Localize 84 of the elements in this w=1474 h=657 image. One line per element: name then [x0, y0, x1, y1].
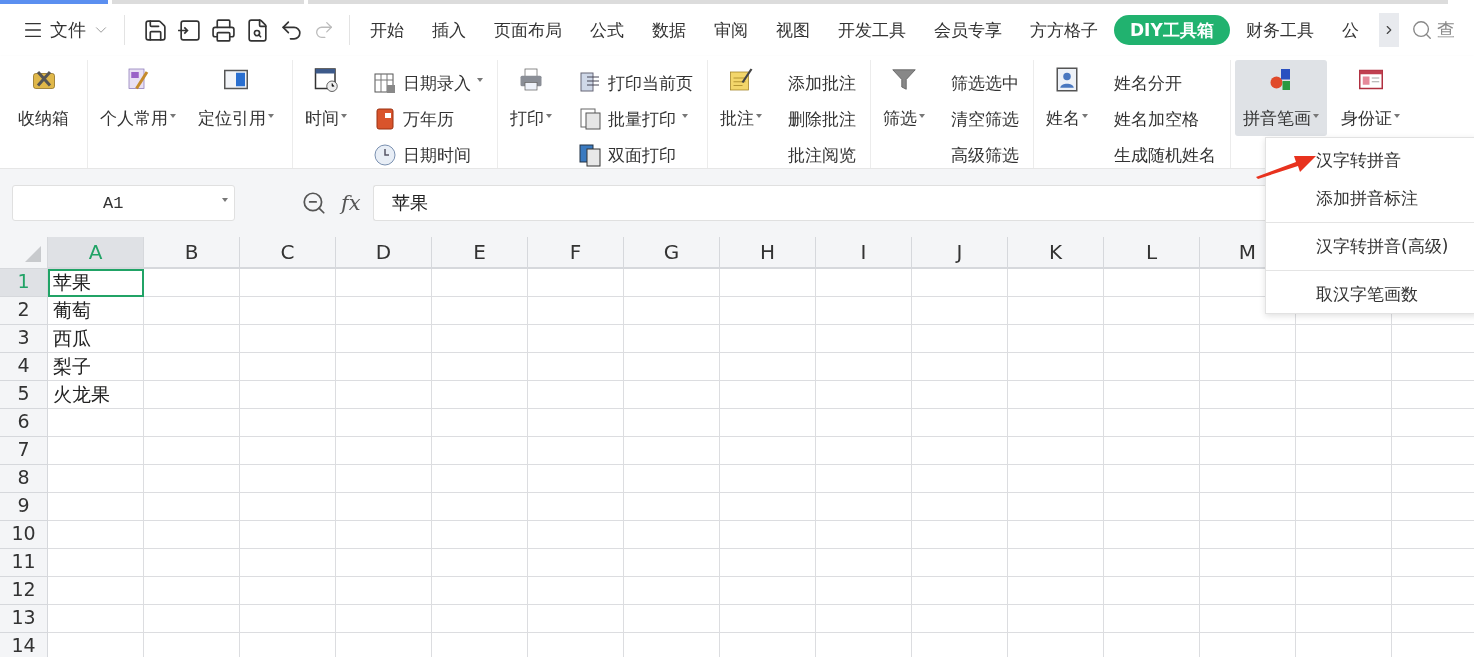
column-header[interactable]: G	[624, 237, 720, 268]
row-header[interactable]: 5	[0, 381, 48, 409]
ribbon-button[interactable]: 个人常用	[92, 60, 184, 136]
calendar-grid-icon	[373, 71, 397, 95]
ribbon-small-button[interactable]: 清空筛选	[947, 101, 1023, 137]
ribbon-small-button[interactable]: 日期录入	[369, 65, 487, 101]
ribbon-button[interactable]: 打印	[502, 60, 560, 136]
row-header[interactable]: 11	[0, 549, 48, 577]
table-cell: 苹果	[48, 269, 144, 297]
row-header[interactable]: 9	[0, 493, 48, 521]
row-header[interactable]: 12	[0, 577, 48, 605]
ribbon-button[interactable]: 拼音笔画	[1235, 60, 1327, 136]
ribbon-button[interactable]: 身份证	[1333, 60, 1408, 136]
caret-icon	[222, 198, 228, 202]
ribbon-tab[interactable]: 页面布局	[480, 15, 576, 45]
ribbon-tab[interactable]: 公	[1327, 15, 1373, 45]
document-lines-icon	[578, 71, 602, 95]
ribbon-button[interactable]: 时间	[297, 60, 355, 136]
ribbon-tab[interactable]: 开始	[356, 15, 418, 45]
ribbon-small-button[interactable]: 生成随机姓名	[1110, 137, 1220, 173]
column-header[interactable]: L	[1104, 237, 1200, 268]
table-cell-text: 西瓜	[52, 326, 92, 351]
zoom-out-button[interactable]	[301, 190, 327, 216]
name-box[interactable]: A1	[12, 185, 235, 221]
search-field[interactable]: 查	[1410, 18, 1455, 42]
table-cell-text: 梨子	[52, 354, 92, 379]
ribbon-small-button[interactable]: 双面打印	[574, 137, 697, 173]
print-preview-button[interactable]	[245, 17, 270, 43]
clock-icon	[373, 143, 397, 167]
ribbon-tab[interactable]: 会员专享	[920, 15, 1016, 45]
ribbon-small-button[interactable]: 高级筛选	[947, 137, 1023, 173]
row-header[interactable]: 3	[0, 325, 48, 353]
file-menu[interactable]: 文件	[18, 12, 116, 48]
ribbon-small-button[interactable]: 万年历	[369, 101, 487, 137]
ribbon-small-button[interactable]: 日期时间	[369, 137, 487, 173]
table-cell-text: 葡萄	[52, 298, 92, 323]
document-stack-icon	[578, 107, 602, 131]
export-button[interactable]	[177, 17, 202, 43]
ribbon-small-button[interactable]: 批注阅览	[784, 137, 860, 173]
ribbon-small-button[interactable]: 姓名分开	[1110, 65, 1220, 101]
column-header[interactable]: D	[336, 237, 432, 268]
menu-item[interactable]: 汉字转拼音	[1266, 141, 1474, 179]
function-label[interactable]: fx	[341, 191, 361, 215]
ribbon-tab[interactable]: 公式	[576, 15, 638, 45]
row-header[interactable]: 10	[0, 521, 48, 549]
ribbon-small-button[interactable]: 删除批注	[784, 101, 860, 137]
table-cell-text: 火龙果	[52, 382, 111, 407]
book-icon	[373, 107, 397, 131]
column-header[interactable]: I	[816, 237, 912, 268]
ribbon-tab[interactable]: 数据	[638, 15, 700, 45]
print-button[interactable]	[211, 17, 236, 43]
search-icon	[1410, 19, 1433, 41]
ribbon-small-button[interactable]: 批量打印	[574, 101, 697, 137]
ribbon-button[interactable]: 批注	[712, 60, 770, 136]
column-header[interactable]: K	[1008, 237, 1104, 268]
ribbon-button[interactable]: 收纳箱	[10, 60, 77, 136]
save-button[interactable]	[143, 17, 168, 43]
ribbon-tab[interactable]: 审阅	[700, 15, 762, 45]
ribbon-small-button[interactable]: 打印当前页	[574, 65, 697, 101]
ribbon-small-button[interactable]: 添加批注	[784, 65, 860, 101]
ribbon-button[interactable]: 定位引用	[190, 60, 282, 136]
row-header[interactable]: 8	[0, 465, 48, 493]
ribbon-small-button[interactable]: 筛选选中	[947, 65, 1023, 101]
ribbon-tab[interactable]: 开发工具	[824, 15, 920, 45]
ribbon-tab[interactable]: 视图	[762, 15, 824, 45]
ribbon-tab[interactable]: 插入	[418, 15, 480, 45]
column-header[interactable]: H	[720, 237, 816, 268]
row-header[interactable]: 4	[0, 353, 48, 381]
column-header[interactable]: E	[432, 237, 528, 268]
row-header[interactable]: 2	[0, 297, 48, 325]
ribbon-small-button[interactable]: 姓名加空格	[1110, 101, 1220, 137]
menu-item[interactable]: 取汉字笔画数	[1266, 275, 1474, 313]
column-header[interactable]: B	[144, 237, 240, 268]
row-header[interactable]: 7	[0, 437, 48, 465]
row-header[interactable]: 13	[0, 605, 48, 633]
column-header[interactable]: C	[240, 237, 336, 268]
row-header[interactable]: 14	[0, 633, 48, 657]
ribbon-tab[interactable]: 方方格子	[1016, 15, 1112, 45]
ribbon-button[interactable]: 姓名	[1038, 60, 1096, 136]
row-header[interactable]: 6	[0, 409, 48, 437]
ribbon-button[interactable]: 筛选	[875, 60, 933, 136]
column-header[interactable]: J	[912, 237, 1008, 268]
ribbon-tab[interactable]: 财务工具	[1231, 15, 1328, 45]
column-header[interactable]: F	[528, 237, 624, 268]
